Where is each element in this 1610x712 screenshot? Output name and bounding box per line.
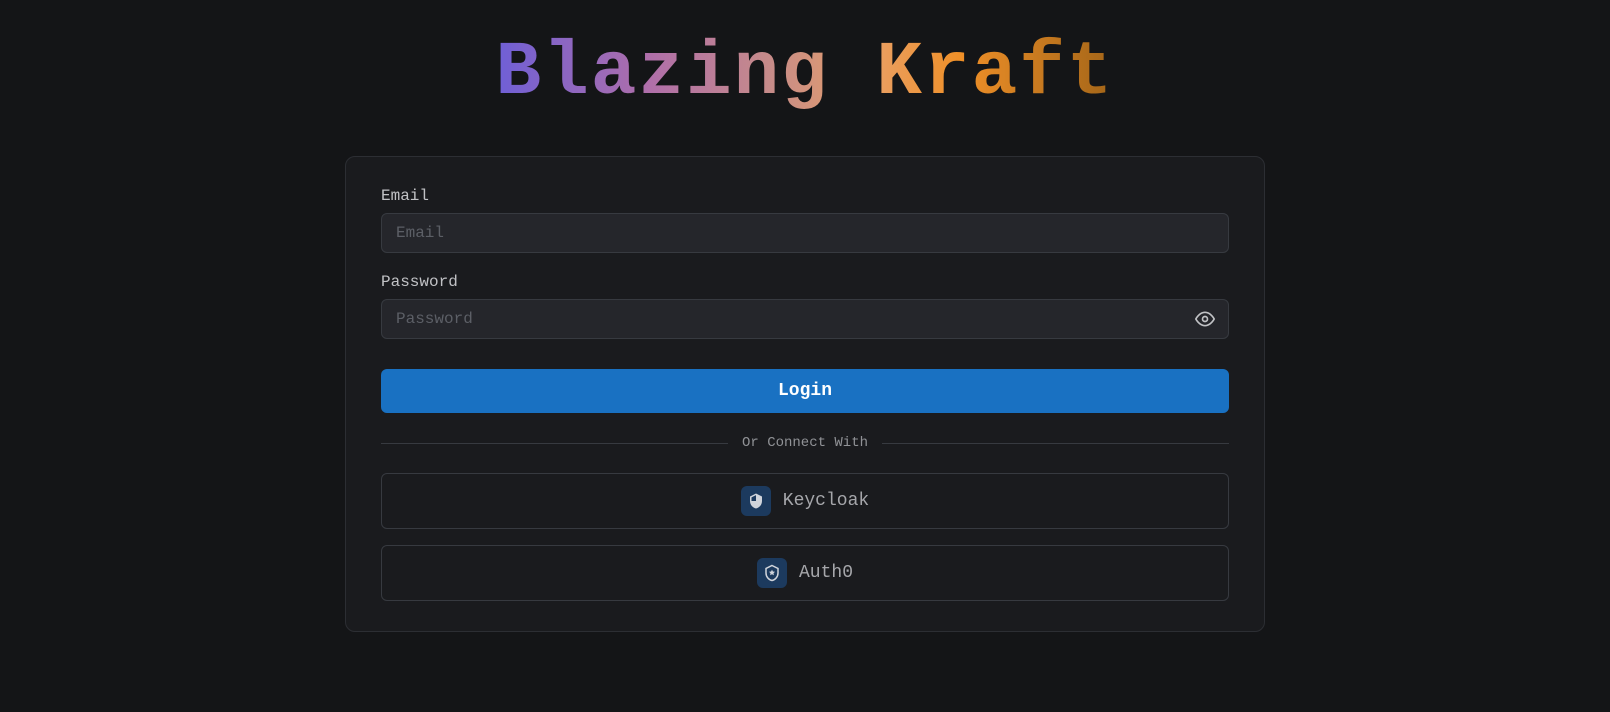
show-password-icon[interactable] (1195, 309, 1215, 329)
app-logo: Blazing Kraft (496, 30, 1115, 116)
password-input[interactable] (381, 299, 1229, 339)
divider-line-left (381, 443, 728, 444)
email-input[interactable] (381, 213, 1229, 253)
auth0-label: Auth0 (799, 563, 853, 583)
auth0-provider-button[interactable]: Auth0 (381, 545, 1229, 601)
keycloak-label: Keycloak (783, 491, 869, 511)
email-label: Email (381, 187, 1229, 205)
auth0-icon (757, 558, 787, 588)
keycloak-icon (741, 486, 771, 516)
email-input-wrapper (381, 213, 1229, 253)
login-button[interactable]: Login (381, 369, 1229, 413)
connect-divider: Or Connect With (381, 435, 1229, 451)
divider-line-right (882, 443, 1229, 444)
password-input-wrapper (381, 299, 1229, 339)
login-card: Email Password Login Or Connect With Key… (345, 156, 1265, 632)
keycloak-provider-button[interactable]: Keycloak (381, 473, 1229, 529)
divider-text: Or Connect With (728, 435, 882, 451)
password-label: Password (381, 273, 1229, 291)
